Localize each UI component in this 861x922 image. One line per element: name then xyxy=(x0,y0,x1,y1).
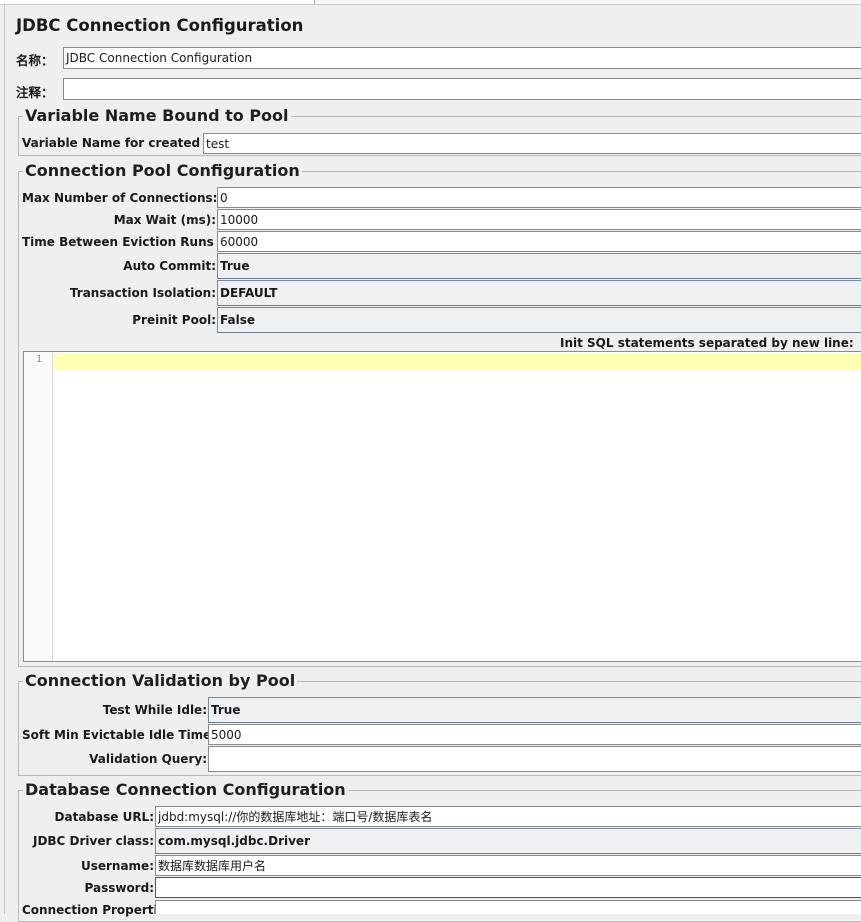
name-label: 名称： xyxy=(16,53,54,68)
soft-min-idle-input[interactable]: 5000 xyxy=(208,724,861,745)
comment-label: 注释： xyxy=(16,85,54,100)
database-connection-legend: Database Connection Configuration xyxy=(25,780,346,799)
username-input[interactable]: 数据库数据库用户名 xyxy=(155,855,861,876)
preinit-pool-select[interactable]: False xyxy=(217,307,861,333)
password-input[interactable] xyxy=(155,877,861,898)
max-connections-input[interactable]: 0 xyxy=(217,187,861,208)
connection-pool-legend: Connection Pool Configuration xyxy=(25,161,300,180)
eviction-runs-input[interactable]: 60000 xyxy=(217,231,861,252)
jdbc-driver-select[interactable]: com.mysql.jdbc.Driver xyxy=(155,828,861,854)
validation-query-input[interactable] xyxy=(208,746,861,772)
init-sql-editor[interactable]: 1 xyxy=(23,351,861,662)
line-number-gutter: 1 xyxy=(24,352,53,661)
variable-name-legend: Variable Name Bound to Pool xyxy=(25,106,289,125)
username-label: Username: xyxy=(80,859,154,873)
left-divider xyxy=(4,5,5,914)
password-label: Password: xyxy=(84,881,155,895)
tab-strip-segment xyxy=(0,0,315,4)
jdbc-driver-label: JDBC Driver class: xyxy=(32,834,154,848)
connection-properties-input[interactable] xyxy=(155,900,861,914)
max-connections-label: Max Number of Connections: xyxy=(22,191,218,205)
soft-min-idle-label: Soft Min Evictable Idle Time(ms): xyxy=(22,728,247,742)
database-url-input[interactable]: jdbd:mysql://你的数据库地址：端口号/数据库表名 xyxy=(155,806,861,827)
validation-legend: Connection Validation by Pool xyxy=(25,671,296,690)
comment-input[interactable] xyxy=(63,78,861,100)
page-title: JDBC Connection Configuration xyxy=(16,16,304,35)
auto-commit-select[interactable]: True xyxy=(217,253,861,279)
test-while-idle-select[interactable]: True xyxy=(208,697,861,723)
window-top-strip xyxy=(0,0,861,5)
current-line-highlight xyxy=(53,353,861,369)
connection-properties-label: Connection Properties: xyxy=(22,903,178,917)
pool-variable-label: Variable Name for created pool: xyxy=(22,136,239,150)
preinit-pool-label: Preinit Pool: xyxy=(132,313,216,327)
database-url-label: Database URL: xyxy=(54,810,154,824)
eviction-runs-label: Time Between Eviction Runs (ms): xyxy=(22,235,254,249)
max-wait-label: Max Wait (ms): xyxy=(113,213,216,227)
transaction-isolation-label: Transaction Isolation: xyxy=(69,286,216,300)
init-sql-label: Init SQL statements separated by new lin… xyxy=(560,336,854,350)
pool-variable-input[interactable]: test xyxy=(203,133,861,154)
line-number: 1 xyxy=(35,354,42,365)
name-input[interactable]: JDBC Connection Configuration xyxy=(63,47,861,69)
auto-commit-label: Auto Commit: xyxy=(123,259,216,273)
transaction-isolation-select[interactable]: DEFAULT xyxy=(217,280,861,306)
max-wait-input[interactable]: 10000 xyxy=(217,209,861,230)
validation-query-label: Validation Query: xyxy=(89,752,207,766)
test-while-idle-label: Test While Idle: xyxy=(102,703,207,717)
